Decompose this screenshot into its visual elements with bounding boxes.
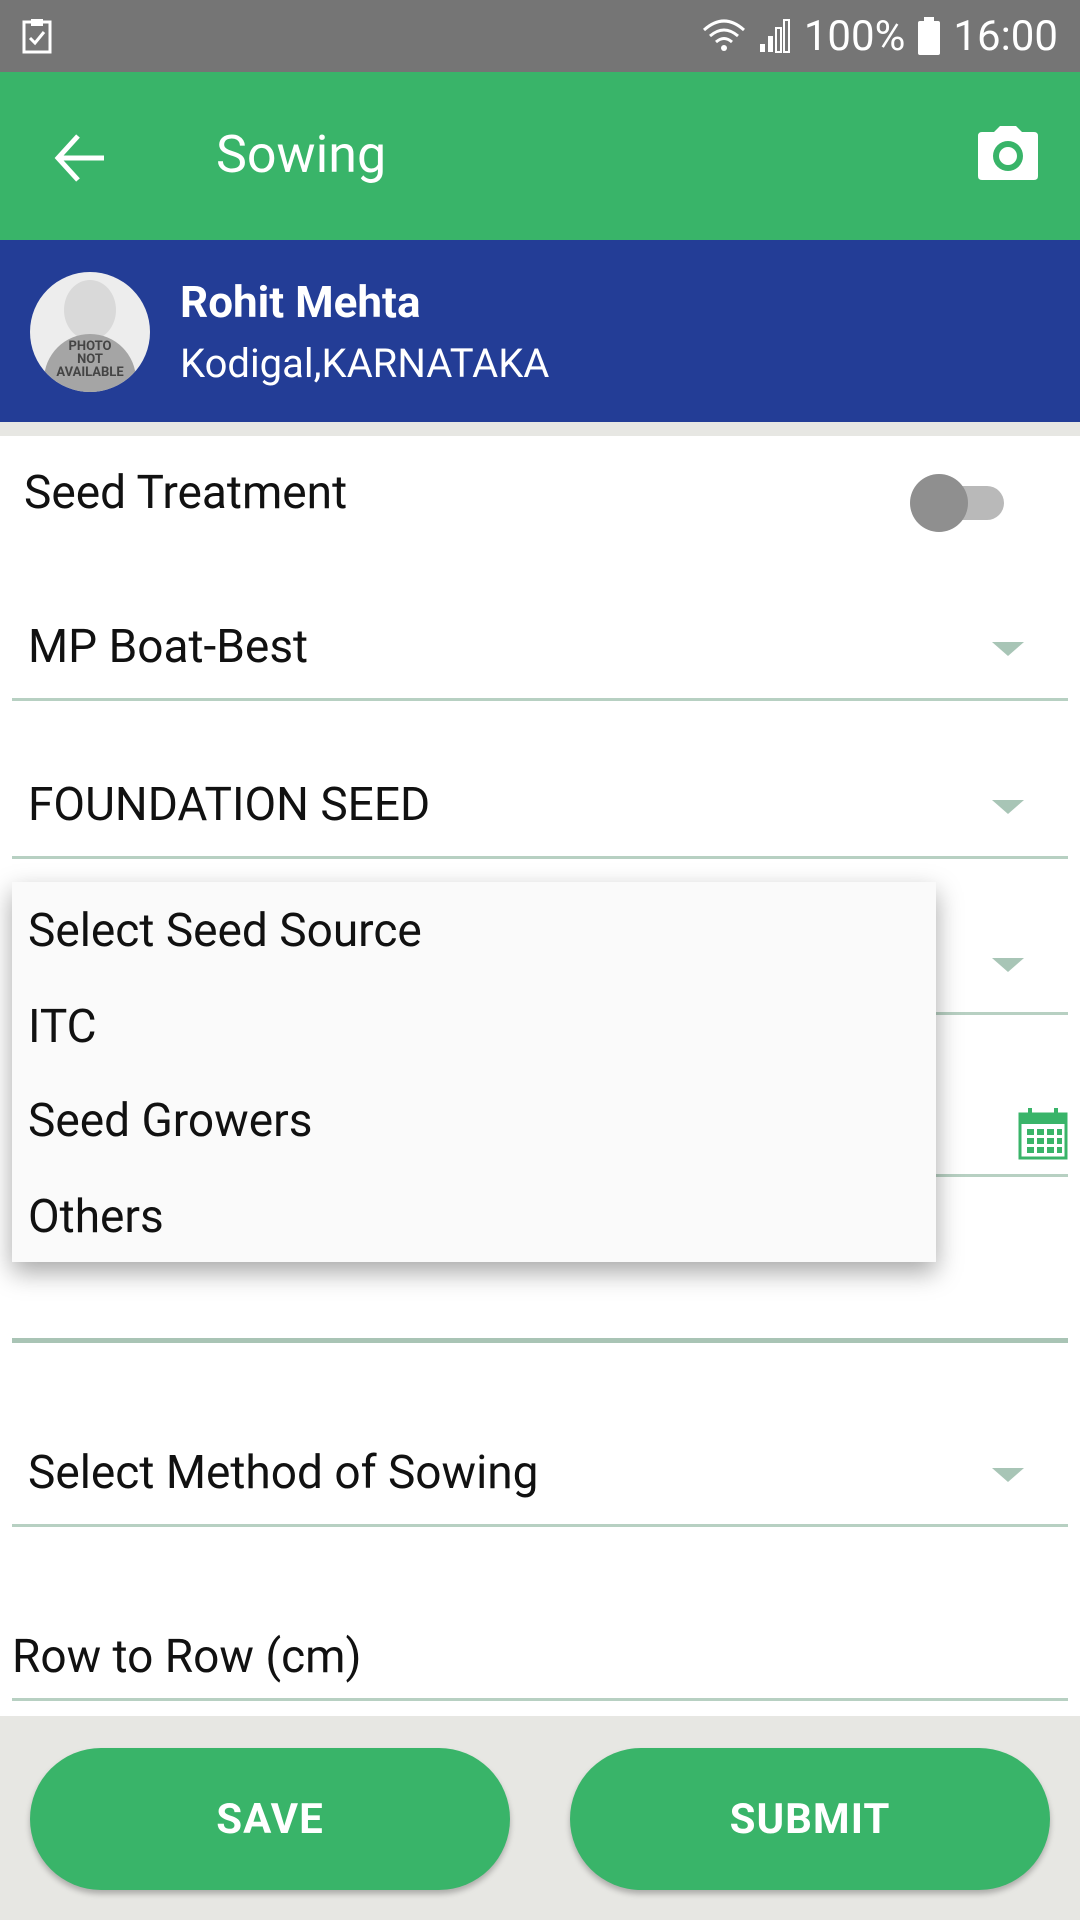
chevron-down-icon (992, 958, 1024, 972)
seed-class-value: FOUNDATION SEED (28, 778, 431, 832)
dropdown-option[interactable]: Select Seed Source (28, 904, 422, 958)
page-title: Sowing (216, 124, 387, 185)
calendar-icon[interactable] (1018, 1108, 1068, 1160)
clock: 16:00 (953, 11, 1058, 61)
chevron-down-icon (992, 800, 1024, 814)
variety-value: MP Boat-Best (28, 620, 309, 674)
seed-treatment-label: Seed Treatment (24, 466, 348, 520)
farmer-location: Kodigal,KARNATAKA (180, 340, 550, 387)
back-arrow-icon[interactable] (50, 128, 110, 188)
battery-percent: 100% (803, 11, 906, 61)
method-of-sowing-select[interactable]: Select Method of Sowing (12, 1426, 1068, 1527)
submit-button[interactable]: SUBMIT (570, 1748, 1050, 1890)
avatar: PHOTO NOT AVAILABLE (30, 272, 150, 392)
dropdown-option[interactable]: Seed Growers (28, 1094, 312, 1148)
seed-source-dropdown-menu: Select Seed Source ITC Seed Growers Othe… (12, 882, 936, 1262)
app-bar: Sowing (0, 72, 1080, 240)
signal-icon (758, 18, 792, 54)
wifi-icon (702, 18, 746, 54)
avatar-text-3: AVAILABLE (56, 365, 124, 380)
clipboard-check-icon (22, 18, 52, 54)
camera-icon[interactable] (976, 122, 1040, 186)
save-button[interactable]: SAVE (30, 1748, 510, 1890)
method-of-sowing-value: Select Method of Sowing (28, 1446, 539, 1500)
variety-select[interactable]: MP Boat-Best (12, 600, 1068, 701)
farmer-name: Rohit Mehta (180, 276, 421, 328)
chevron-down-icon (992, 642, 1024, 656)
divider (0, 422, 1080, 436)
row-to-row-field[interactable] (12, 1600, 1068, 1701)
farmer-profile-header: PHOTO NOT AVAILABLE Rohit Mehta Kodigal,… (0, 240, 1080, 422)
chevron-down-icon (992, 1468, 1024, 1482)
dropdown-option[interactable]: ITC (28, 1000, 97, 1054)
status-bar: 100% 16:00 (0, 0, 1080, 72)
dropdown-option[interactable]: Others (28, 1190, 164, 1244)
bottom-action-bar: SAVE SUBMIT (0, 1716, 1080, 1920)
seed-class-select[interactable]: FOUNDATION SEED (12, 758, 1068, 859)
battery-icon (917, 17, 941, 55)
seed-treatment-toggle[interactable] (910, 474, 1010, 532)
